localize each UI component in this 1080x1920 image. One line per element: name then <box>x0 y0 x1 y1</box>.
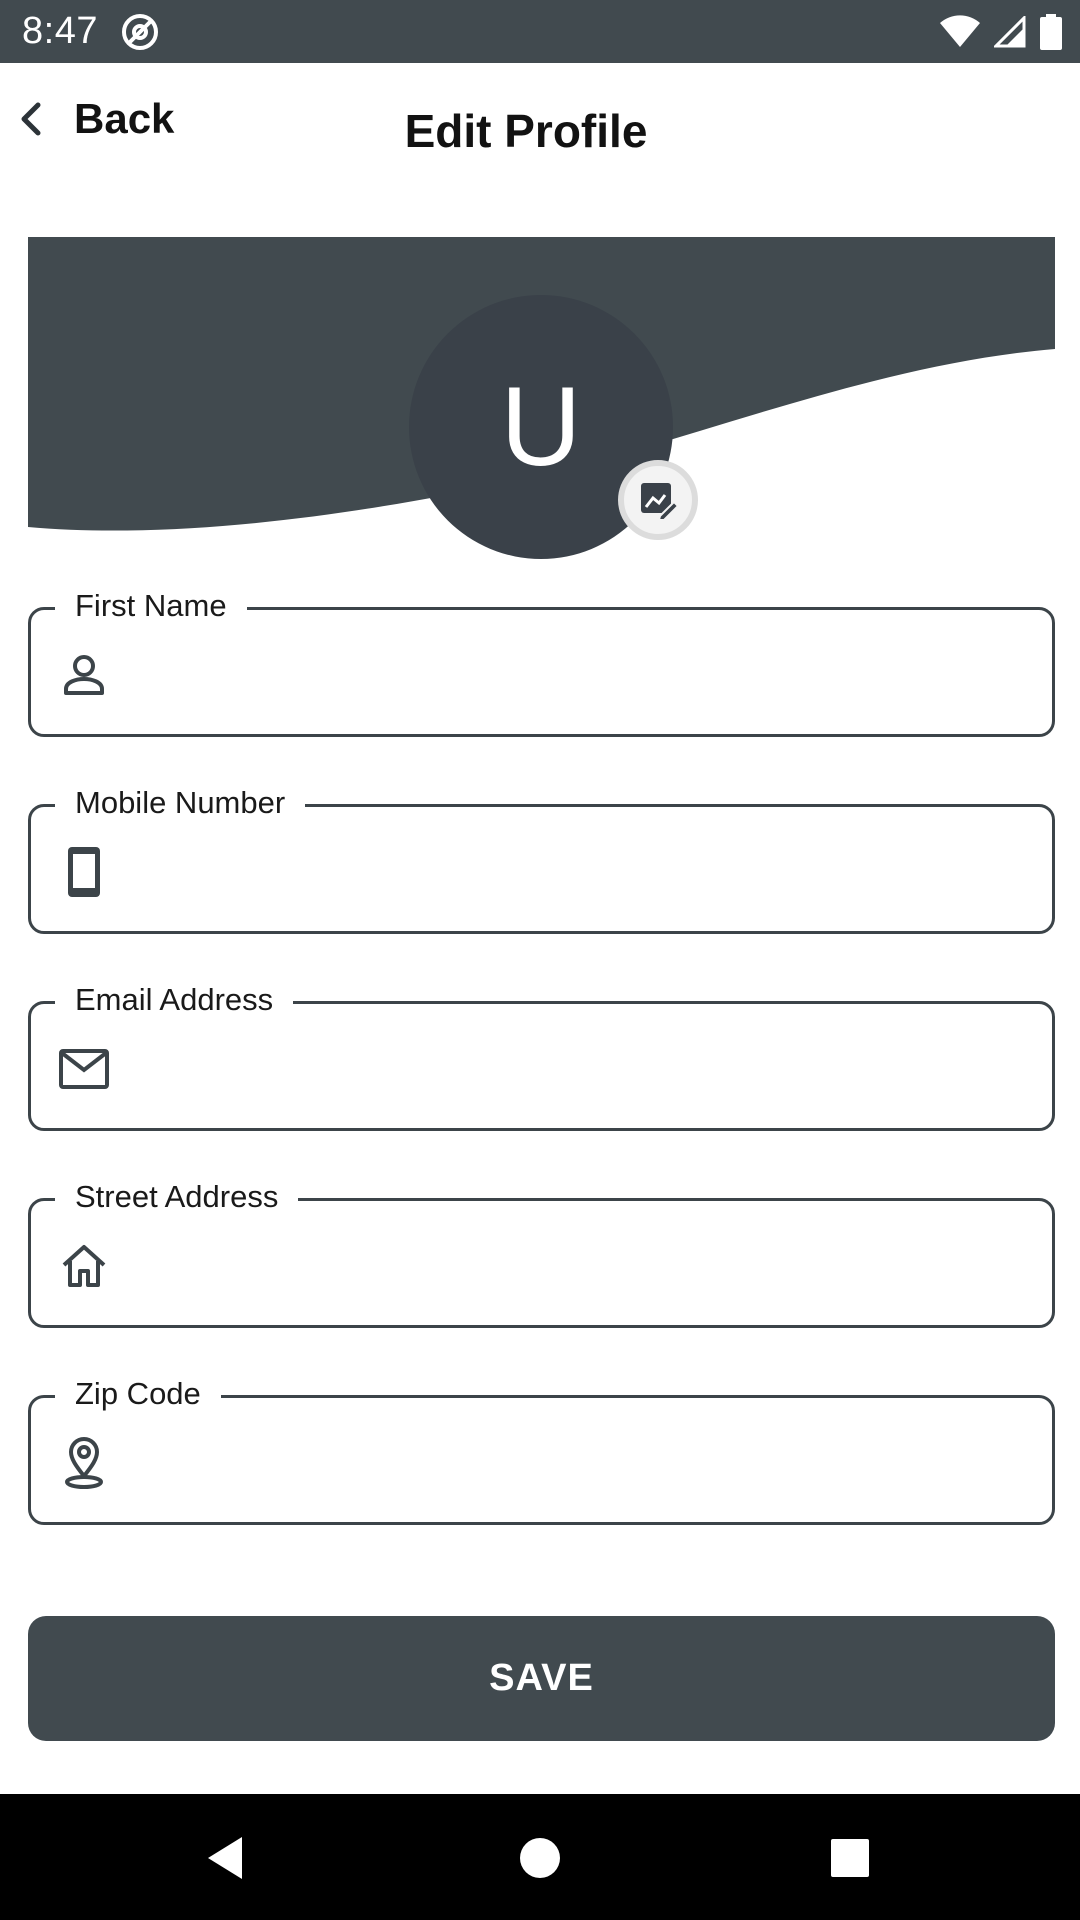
recents-square-icon[interactable] <box>823 1831 877 1885</box>
edit-photo-button[interactable] <box>618 460 698 540</box>
street-address-input[interactable] <box>131 1231 1028 1301</box>
navigation-bar <box>0 1794 1080 1920</box>
street-address-field[interactable]: Street Address <box>28 1173 1055 1328</box>
first-name-field[interactable]: First Name <box>28 582 1055 737</box>
first-name-label: First Name <box>55 582 247 630</box>
wifi-icon <box>940 15 980 47</box>
mail-icon <box>59 1041 109 1097</box>
page-title: Edit Profile <box>404 105 648 157</box>
zip-code-input[interactable] <box>131 1428 1028 1498</box>
image-edit-icon <box>641 483 678 520</box>
mobile-number-label: Mobile Number <box>55 779 306 827</box>
home-icon <box>59 1238 109 1294</box>
email-address-field[interactable]: Email Address <box>28 976 1055 1131</box>
signal-icon <box>994 16 1026 48</box>
home-circle-icon[interactable] <box>513 1831 567 1885</box>
first-name-input[interactable] <box>131 640 1028 710</box>
email-address-label: Email Address <box>55 976 294 1024</box>
location-pin-icon <box>59 1435 109 1491</box>
battery-icon <box>1040 14 1062 50</box>
status-time: 8:47 <box>22 10 98 52</box>
zip-code-field[interactable]: Zip Code <box>28 1370 1055 1525</box>
mobile-number-input[interactable] <box>131 837 1028 907</box>
street-address-label: Street Address <box>55 1173 299 1221</box>
phone-icon <box>59 844 109 900</box>
zip-code-label: Zip Code <box>55 1370 221 1418</box>
save-button[interactable]: SAVE <box>28 1616 1055 1741</box>
status-bar: 8:47 <box>0 0 1080 63</box>
status-icons <box>940 14 1062 50</box>
email-address-input[interactable] <box>131 1034 1028 1104</box>
at-sign-icon <box>122 14 158 50</box>
person-icon <box>59 647 109 703</box>
mobile-number-field[interactable]: Mobile Number <box>28 779 1055 934</box>
back-triangle-icon[interactable] <box>198 1831 252 1885</box>
avatar-initial: U <box>500 364 582 489</box>
